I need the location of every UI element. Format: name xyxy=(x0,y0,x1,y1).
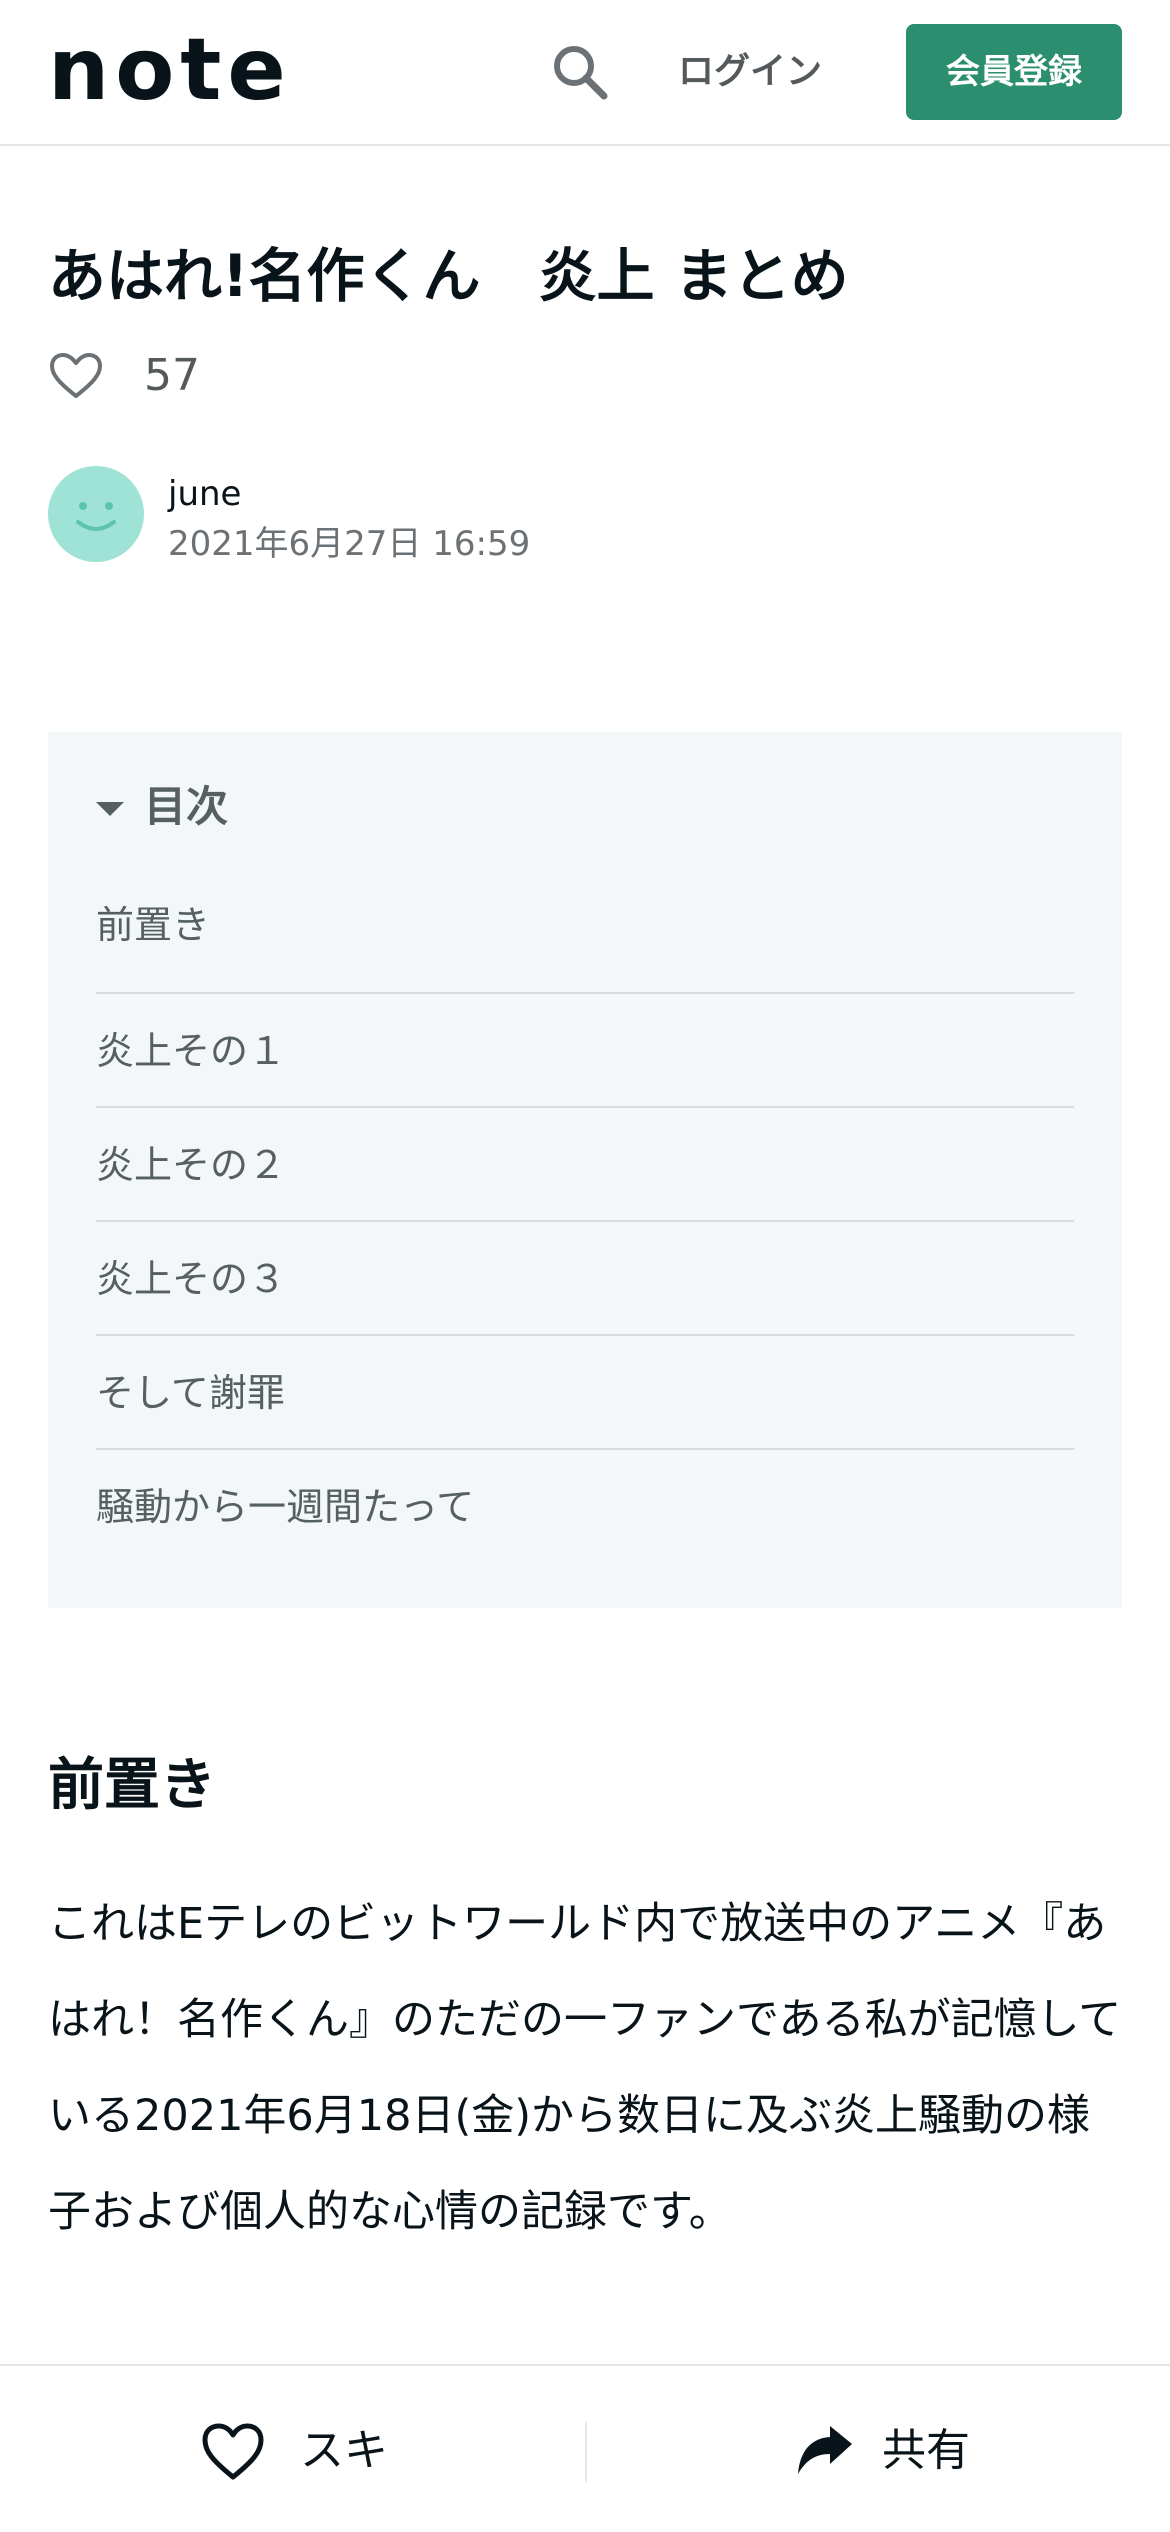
toc-item[interactable]: 炎上その２ xyxy=(96,1108,1074,1222)
table-of-contents: 目次 前置き 炎上その１ 炎上その２ 炎上その３ そして謝罪 騒動から一週間たっ… xyxy=(48,732,1122,1608)
section-heading: 前置き xyxy=(48,1753,216,1818)
heart-icon xyxy=(202,2423,264,2480)
post-date: 2021年6月27日 16:59 xyxy=(168,524,531,564)
toc-list: 前置き 炎上その１ 炎上その２ 炎上その３ そして謝罪 騒動から一週間たって xyxy=(96,880,1074,1564)
like-button[interactable]: スキ xyxy=(200,2406,500,2496)
toc-item[interactable]: そして謝罪 xyxy=(96,1336,1074,1450)
author-name[interactable]: june xyxy=(168,466,241,522)
note-logo[interactable]: note xyxy=(48,27,348,113)
toc-item[interactable]: 炎上その３ xyxy=(96,1222,1074,1336)
toc-label: 目次 xyxy=(144,782,229,831)
bottom-action-bar: スキ 共有 xyxy=(0,2364,1170,2532)
share-arrow-icon xyxy=(798,2426,852,2474)
login-link[interactable]: ログイン xyxy=(678,44,822,100)
divider xyxy=(585,2422,587,2482)
smiley-face-icon xyxy=(76,502,116,531)
page: note ログイン 会員登録 あはれ!名作くん 炎上 まとめ 57 june 2… xyxy=(0,0,1170,2532)
like-button-label: スキ xyxy=(300,2425,388,2476)
avatar[interactable] xyxy=(48,466,144,562)
search-button[interactable] xyxy=(548,40,612,104)
article-title: あはれ!名作くん 炎上 まとめ xyxy=(48,242,849,310)
toc-item[interactable]: 炎上その１ xyxy=(96,994,1074,1108)
like-count: 57 xyxy=(144,350,200,401)
toc-item[interactable]: 騒動から一週間たって xyxy=(96,1450,1074,1564)
site-header: note ログイン 会員登録 xyxy=(0,0,1170,146)
author-block: june 2021年6月27日 16:59 xyxy=(48,466,748,566)
search-icon xyxy=(554,46,608,100)
share-button[interactable]: 共有 xyxy=(796,2406,1096,2496)
signup-button[interactable]: 会員登録 xyxy=(906,24,1122,120)
heart-outline-icon[interactable] xyxy=(48,352,104,400)
caret-down-icon xyxy=(96,802,124,816)
body-paragraph: これはEテレのビットワールド内で放送中のアニメ『あはれ！名作くん』のただの一ファ… xyxy=(48,1899,1122,2237)
share-button-label: 共有 xyxy=(882,2425,970,2476)
toc-item[interactable]: 前置き xyxy=(96,880,1074,994)
